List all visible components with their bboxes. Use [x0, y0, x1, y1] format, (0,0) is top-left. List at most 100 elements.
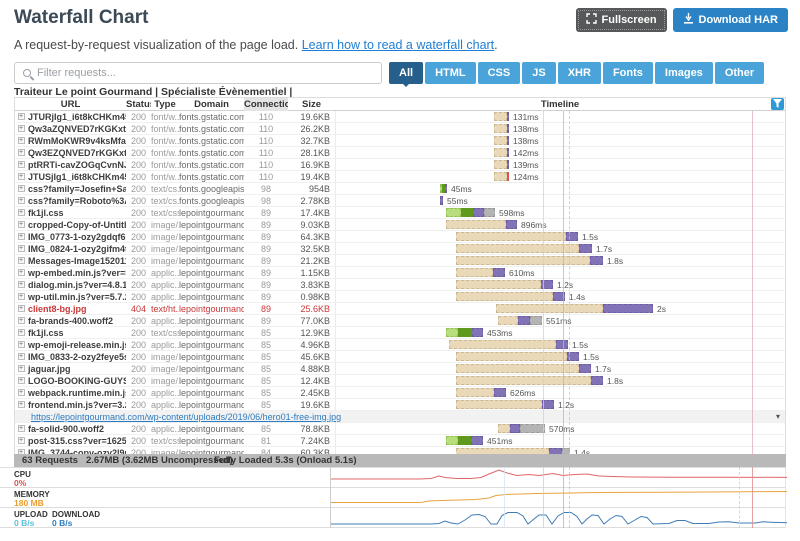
- request-row[interactable]: jaguar.jpg200image/...lepointgourmand.co…: [15, 363, 785, 375]
- request-row[interactable]: fk1jl.css200text/csslepointgourmand.com8…: [15, 207, 785, 219]
- request-row[interactable]: css?family=Roboto%3A100%...200text/cs...…: [15, 195, 785, 207]
- timing-bar[interactable]: 45ms: [440, 184, 472, 193]
- request-row[interactable]: dialog.min.js?ver=4.8.1200applic...lepoi…: [15, 279, 785, 291]
- request-row[interactable]: wp-util.min.js?ver=5.7.2200applic...lepo…: [15, 291, 785, 303]
- expand-icon[interactable]: [18, 305, 25, 312]
- timing-bar[interactable]: 138ms: [494, 136, 539, 145]
- expand-icon[interactable]: [18, 269, 25, 276]
- request-row[interactable]: cropped-Copy-of-Untitled-1-1...200image/…: [15, 219, 785, 231]
- expand-icon[interactable]: [18, 437, 25, 444]
- timing-bar[interactable]: 610ms: [456, 268, 535, 277]
- column-header-connection[interactable]: Connection: [244, 98, 288, 111]
- tab-js[interactable]: JS: [522, 62, 555, 84]
- timing-bar[interactable]: 1.4s: [456, 292, 585, 301]
- timing-bar[interactable]: 1.2s: [456, 280, 573, 289]
- request-row[interactable]: webpack.runtime.min.js?ver...200applic..…: [15, 387, 785, 399]
- expand-icon[interactable]: [18, 125, 25, 132]
- tab-html[interactable]: HTML: [425, 62, 476, 84]
- timing-bar[interactable]: 1.7s: [456, 244, 612, 253]
- expand-icon[interactable]: [18, 365, 25, 372]
- request-row[interactable]: client8-bg.jpg404text/ht...lepointgourma…: [15, 303, 785, 315]
- request-row[interactable]: fk1jl.css200text/csslepointgourmand.com8…: [15, 327, 785, 339]
- request-row[interactable]: JTURjIg1_i6t8kCHKm45_dJE...200font/w...f…: [15, 111, 785, 123]
- timing-bar[interactable]: 1.7s: [456, 364, 611, 373]
- expand-icon[interactable]: [18, 257, 25, 264]
- request-row[interactable]: wp-emoji-release.min.js?ver=...200applic…: [15, 339, 785, 351]
- request-row[interactable]: post-315.css?ver=1625836761200text/cssle…: [15, 435, 785, 447]
- expand-icon[interactable]: [18, 161, 25, 168]
- column-header-size[interactable]: Size: [288, 98, 335, 111]
- timing-bar[interactable]: 124ms: [494, 172, 539, 181]
- column-header-type[interactable]: Type: [151, 98, 179, 111]
- expand-icon[interactable]: [18, 401, 25, 408]
- timeline-filter-button[interactable]: [771, 98, 784, 110]
- waterfall-help-link[interactable]: Learn how to read a waterfall chart: [302, 38, 494, 52]
- filter-requests-input[interactable]: [37, 67, 337, 79]
- tab-other[interactable]: Other: [715, 62, 764, 84]
- column-header-domain[interactable]: Domain: [179, 98, 244, 111]
- request-row[interactable]: Messages-Image1520114787....200image/...…: [15, 255, 785, 267]
- timing-bar[interactable]: 1.2s: [456, 400, 574, 409]
- tab-xhr[interactable]: XHR: [558, 62, 601, 84]
- request-row[interactable]: IMG_0773-1-ozy2gdqf6nbq9b...200image/...…: [15, 231, 785, 243]
- request-row[interactable]: Qw3EZQNVED7rKGKxtqIqX5...200font/w...fon…: [15, 147, 785, 159]
- column-header-url[interactable]: URL: [15, 98, 126, 111]
- expand-icon[interactable]: [18, 389, 25, 396]
- request-row[interactable]: IMG_0824-1-ozy2gifm4ti5vcv...200image/..…: [15, 243, 785, 255]
- request-row[interactable]: css?family=Josefin+Sans%3...200text/cs..…: [15, 183, 785, 195]
- expand-icon[interactable]: [18, 353, 25, 360]
- request-row[interactable]: wp-embed.min.js?ver=5.7.2200applic...lep…: [15, 267, 785, 279]
- tab-css[interactable]: CSS: [478, 62, 521, 84]
- expand-icon[interactable]: [18, 221, 25, 228]
- timing-bar[interactable]: 139ms: [494, 160, 539, 169]
- chevron-down-icon[interactable]: ▾: [776, 411, 780, 423]
- request-row[interactable]: Qw3aZQNVED7rKGKxtqIqX5...200font/w...fon…: [15, 123, 785, 135]
- expand-icon[interactable]: [18, 329, 25, 336]
- request-row[interactable]: JTUSjIg1_i6t8kCHKm459Wlh...200font/w...f…: [15, 171, 785, 183]
- timing-bar[interactable]: 453ms: [446, 328, 513, 337]
- request-row[interactable]: LOGO-BOOKING-GUYS-v2.png200image/...lepo…: [15, 375, 785, 387]
- timing-bar[interactable]: 1.8s: [456, 376, 623, 385]
- expand-icon[interactable]: [18, 281, 25, 288]
- expand-icon[interactable]: [18, 149, 25, 156]
- expand-icon[interactable]: [18, 425, 25, 432]
- timing-bar[interactable]: 1.5s: [449, 340, 588, 349]
- timing-bar[interactable]: 55ms: [440, 196, 468, 205]
- expand-icon[interactable]: [18, 317, 25, 324]
- timing-bar[interactable]: 1.5s: [456, 352, 599, 361]
- expand-icon[interactable]: [18, 173, 25, 180]
- timing-bar[interactable]: 2s: [496, 304, 666, 313]
- request-row-link[interactable]: https://lepointgourmand.com/wp-content/u…: [15, 411, 785, 423]
- expand-icon[interactable]: [18, 137, 25, 144]
- expand-icon[interactable]: [18, 185, 25, 192]
- request-row[interactable]: fa-solid-900.woff2200applic...lepointgou…: [15, 423, 785, 435]
- expand-icon[interactable]: [18, 377, 25, 384]
- timing-bar[interactable]: 551ms: [498, 316, 572, 325]
- timing-bar[interactable]: 1.5s: [456, 232, 598, 241]
- request-row[interactable]: RWmMoKWR9v4ksMfaWd_J...200font/w...fonts…: [15, 135, 785, 147]
- expand-icon[interactable]: [18, 293, 25, 300]
- timing-bar[interactable]: 451ms: [446, 436, 513, 445]
- request-row[interactable]: frontend.min.js?ver=3.2.5200applic...lep…: [15, 399, 785, 411]
- timing-bar[interactable]: 598ms: [446, 208, 525, 217]
- request-row[interactable]: ptRRTi-cavZOGqCvnNJDl5m...200font/w...fo…: [15, 159, 785, 171]
- tab-images[interactable]: Images: [655, 62, 713, 84]
- timing-bar[interactable]: 1.8s: [456, 256, 623, 265]
- download-har-button[interactable]: Download HAR: [673, 8, 788, 32]
- timing-bar[interactable]: 896ms: [446, 220, 547, 229]
- expand-icon[interactable]: [18, 113, 25, 120]
- column-header-status[interactable]: Status: [126, 98, 151, 111]
- expand-icon[interactable]: [18, 209, 25, 216]
- expand-icon[interactable]: [18, 341, 25, 348]
- expand-icon[interactable]: [18, 245, 25, 252]
- request-url-link[interactable]: https://lepointgourmand.com/wp-content/u…: [15, 412, 341, 422]
- tab-fonts[interactable]: Fonts: [603, 62, 653, 84]
- expand-icon[interactable]: [18, 197, 25, 204]
- timing-bar[interactable]: 142ms: [494, 148, 539, 157]
- column-header-timeline[interactable]: Timeline: [335, 98, 785, 111]
- fullscreen-button[interactable]: Fullscreen: [576, 8, 667, 32]
- timing-bar[interactable]: 131ms: [494, 112, 539, 121]
- expand-icon[interactable]: [18, 233, 25, 240]
- timing-bar[interactable]: 138ms: [494, 124, 539, 133]
- request-row[interactable]: fa-brands-400.woff2200applic...lepointgo…: [15, 315, 785, 327]
